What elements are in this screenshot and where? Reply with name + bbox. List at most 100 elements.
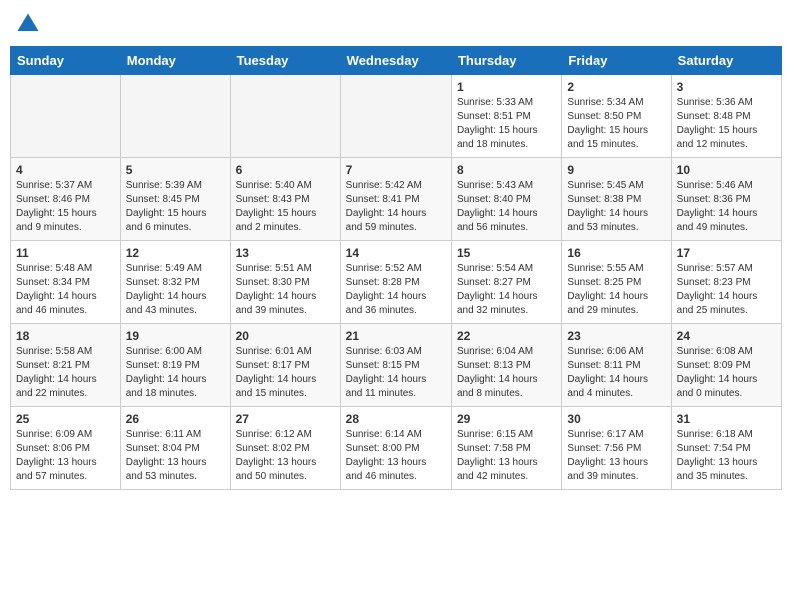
calendar-week-row: 11 Sunrise: 5:48 AMSunset: 8:34 PMDayligh…: [11, 241, 782, 324]
calendar-cell: [11, 75, 121, 158]
day-info: Sunrise: 5:42 AMSunset: 8:41 PMDaylight:…: [346, 179, 446, 235]
calendar-cell: 30Sunrise: 6:17 AMSunset: 7:56 PMDayligh…: [562, 407, 671, 490]
day-info: Sunrise: 5:46 AMSunset: 8:36 PMDaylight:…: [677, 179, 776, 235]
calendar-cell: 22 Sunrise: 6:04 AMSunset: 8:13 PMDayligh…: [451, 324, 561, 407]
calendar-cell: 3 Sunrise: 5:36 AMSunset: 8:48 PMDaylight…: [671, 75, 781, 158]
day-number: 12: [126, 246, 225, 260]
day-info: Sunrise: 5:49 AMSunset: 8:32 PMDaylight:…: [126, 262, 225, 318]
day-info: Sunrise: 5:57 AMSunset: 8:23 PMDaylight:…: [677, 262, 776, 318]
day-info: Sunrise: 6:03 AMSunset: 8:15 PMDaylight:…: [346, 345, 446, 401]
day-info: Sunrise: 6:01 AMSunset: 8:17 PMDaylight:…: [236, 345, 335, 401]
calendar-cell: 31 Sunrise: 6:18 AMSunset: 7:54 PMDayligh…: [671, 407, 781, 490]
calendar-cell: 4Sunrise: 5:37 AMSunset: 8:46 PMDaylight…: [11, 158, 121, 241]
calendar-cell: 7 Sunrise: 5:42 AMSunset: 8:41 PMDaylight…: [340, 158, 451, 241]
calendar-cell: 25 Sunrise: 6:09 AMSunset: 8:06 PMDayligh…: [11, 407, 121, 490]
logo: [14, 10, 46, 38]
day-number: 28: [346, 412, 446, 426]
day-number: 10: [677, 163, 776, 177]
day-number: 6: [236, 163, 335, 177]
calendar-cell: 14 Sunrise: 5:52 AMSunset: 8:28 PMDayligh…: [340, 241, 451, 324]
day-info: Sunrise: 5:55 AMSunset: 8:25 PMDaylight:…: [567, 262, 665, 318]
day-number: 30: [567, 412, 665, 426]
calendar-cell: 24 Sunrise: 6:08 AMSunset: 8:09 PMDayligh…: [671, 324, 781, 407]
day-number: 19: [126, 329, 225, 343]
col-header-thursday: Thursday: [451, 47, 561, 75]
day-number: 7: [346, 163, 446, 177]
day-info: Sunrise: 5:37 AMSunset: 8:46 PMDaylight:…: [16, 179, 115, 235]
calendar-cell: 2Sunrise: 5:34 AMSunset: 8:50 PMDaylight…: [562, 75, 671, 158]
day-info: Sunrise: 6:14 AMSunset: 8:00 PMDaylight:…: [346, 428, 446, 484]
day-number: 9: [567, 163, 665, 177]
day-number: 21: [346, 329, 446, 343]
calendar-week-row: 18 Sunrise: 5:58 AMSunset: 8:21 PMDayligh…: [11, 324, 782, 407]
day-info: Sunrise: 5:33 AMSunset: 8:51 PMDaylight:…: [457, 96, 556, 152]
day-info: Sunrise: 6:04 AMSunset: 8:13 PMDaylight:…: [457, 345, 556, 401]
calendar-cell: 1 Sunrise: 5:33 AMSunset: 8:51 PMDaylight…: [451, 75, 561, 158]
day-info: Sunrise: 5:45 AMSunset: 8:38 PMDaylight:…: [567, 179, 665, 235]
calendar-cell: 16 Sunrise: 5:55 AMSunset: 8:25 PMDayligh…: [562, 241, 671, 324]
day-number: 17: [677, 246, 776, 260]
day-number: 20: [236, 329, 335, 343]
day-number: 31: [677, 412, 776, 426]
day-number: 18: [16, 329, 115, 343]
day-number: 22: [457, 329, 556, 343]
day-number: 8: [457, 163, 556, 177]
calendar-cell: 13Sunrise: 5:51 AMSunset: 8:30 PMDayligh…: [230, 241, 340, 324]
calendar-cell: 12 Sunrise: 5:49 AMSunset: 8:32 PMDayligh…: [120, 241, 230, 324]
calendar-cell: [120, 75, 230, 158]
calendar-cell: 23 Sunrise: 6:06 AMSunset: 8:11 PMDayligh…: [562, 324, 671, 407]
calendar-cell: 19 Sunrise: 6:00 AMSunset: 8:19 PMDayligh…: [120, 324, 230, 407]
calendar-cell: 27 Sunrise: 6:12 AMSunset: 8:02 PMDayligh…: [230, 407, 340, 490]
col-header-saturday: Saturday: [671, 47, 781, 75]
day-number: 16: [567, 246, 665, 260]
day-info: Sunrise: 6:09 AMSunset: 8:06 PMDaylight:…: [16, 428, 115, 484]
day-info: Sunrise: 5:58 AMSunset: 8:21 PMDaylight:…: [16, 345, 115, 401]
calendar-cell: 15 Sunrise: 5:54 AMSunset: 8:27 PMDayligh…: [451, 241, 561, 324]
calendar-cell: 5 Sunrise: 5:39 AMSunset: 8:45 PMDaylight…: [120, 158, 230, 241]
day-number: 27: [236, 412, 335, 426]
calendar-week-row: 1 Sunrise: 5:33 AMSunset: 8:51 PMDaylight…: [11, 75, 782, 158]
calendar-cell: 11 Sunrise: 5:48 AMSunset: 8:34 PMDayligh…: [11, 241, 121, 324]
calendar-cell: [230, 75, 340, 158]
col-header-tuesday: Tuesday: [230, 47, 340, 75]
day-number: 25: [16, 412, 115, 426]
page-header: [10, 10, 782, 38]
calendar-cell: [340, 75, 451, 158]
day-number: 23: [567, 329, 665, 343]
day-info: Sunrise: 6:12 AMSunset: 8:02 PMDaylight:…: [236, 428, 335, 484]
calendar-cell: 18 Sunrise: 5:58 AMSunset: 8:21 PMDayligh…: [11, 324, 121, 407]
day-info: Sunrise: 6:00 AMSunset: 8:19 PMDaylight:…: [126, 345, 225, 401]
day-info: Sunrise: 5:34 AMSunset: 8:50 PMDaylight:…: [567, 96, 665, 152]
day-info: Sunrise: 5:36 AMSunset: 8:48 PMDaylight:…: [677, 96, 776, 152]
day-info: Sunrise: 6:06 AMSunset: 8:11 PMDaylight:…: [567, 345, 665, 401]
day-number: 26: [126, 412, 225, 426]
day-info: Sunrise: 6:15 AMSunset: 7:58 PMDaylight:…: [457, 428, 556, 484]
calendar-cell: 10 Sunrise: 5:46 AMSunset: 8:36 PMDayligh…: [671, 158, 781, 241]
col-header-wednesday: Wednesday: [340, 47, 451, 75]
calendar-cell: 26 Sunrise: 6:11 AMSunset: 8:04 PMDayligh…: [120, 407, 230, 490]
calendar-cell: 6 Sunrise: 5:40 AMSunset: 8:43 PMDaylight…: [230, 158, 340, 241]
day-info: Sunrise: 6:18 AMSunset: 7:54 PMDaylight:…: [677, 428, 776, 484]
day-number: 24: [677, 329, 776, 343]
day-number: 14: [346, 246, 446, 260]
day-info: Sunrise: 5:52 AMSunset: 8:28 PMDaylight:…: [346, 262, 446, 318]
calendar-table: SundayMondayTuesdayWednesdayThursdayFrid…: [10, 46, 782, 490]
day-number: 11: [16, 246, 115, 260]
day-number: 13: [236, 246, 335, 260]
day-number: 15: [457, 246, 556, 260]
day-info: Sunrise: 6:11 AMSunset: 8:04 PMDaylight:…: [126, 428, 225, 484]
day-number: 5: [126, 163, 225, 177]
calendar-cell: 21 Sunrise: 6:03 AMSunset: 8:15 PMDayligh…: [340, 324, 451, 407]
col-header-sunday: Sunday: [11, 47, 121, 75]
calendar-header-row: SundayMondayTuesdayWednesdayThursdayFrid…: [11, 47, 782, 75]
day-number: 1: [457, 80, 556, 94]
day-info: Sunrise: 5:43 AMSunset: 8:40 PMDaylight:…: [457, 179, 556, 235]
day-info: Sunrise: 5:39 AMSunset: 8:45 PMDaylight:…: [126, 179, 225, 235]
day-info: Sunrise: 5:40 AMSunset: 8:43 PMDaylight:…: [236, 179, 335, 235]
calendar-week-row: 4Sunrise: 5:37 AMSunset: 8:46 PMDaylight…: [11, 158, 782, 241]
day-info: Sunrise: 5:48 AMSunset: 8:34 PMDaylight:…: [16, 262, 115, 318]
day-info: Sunrise: 5:54 AMSunset: 8:27 PMDaylight:…: [457, 262, 556, 318]
day-info: Sunrise: 6:08 AMSunset: 8:09 PMDaylight:…: [677, 345, 776, 401]
day-number: 3: [677, 80, 776, 94]
calendar-cell: 9 Sunrise: 5:45 AMSunset: 8:38 PMDaylight…: [562, 158, 671, 241]
